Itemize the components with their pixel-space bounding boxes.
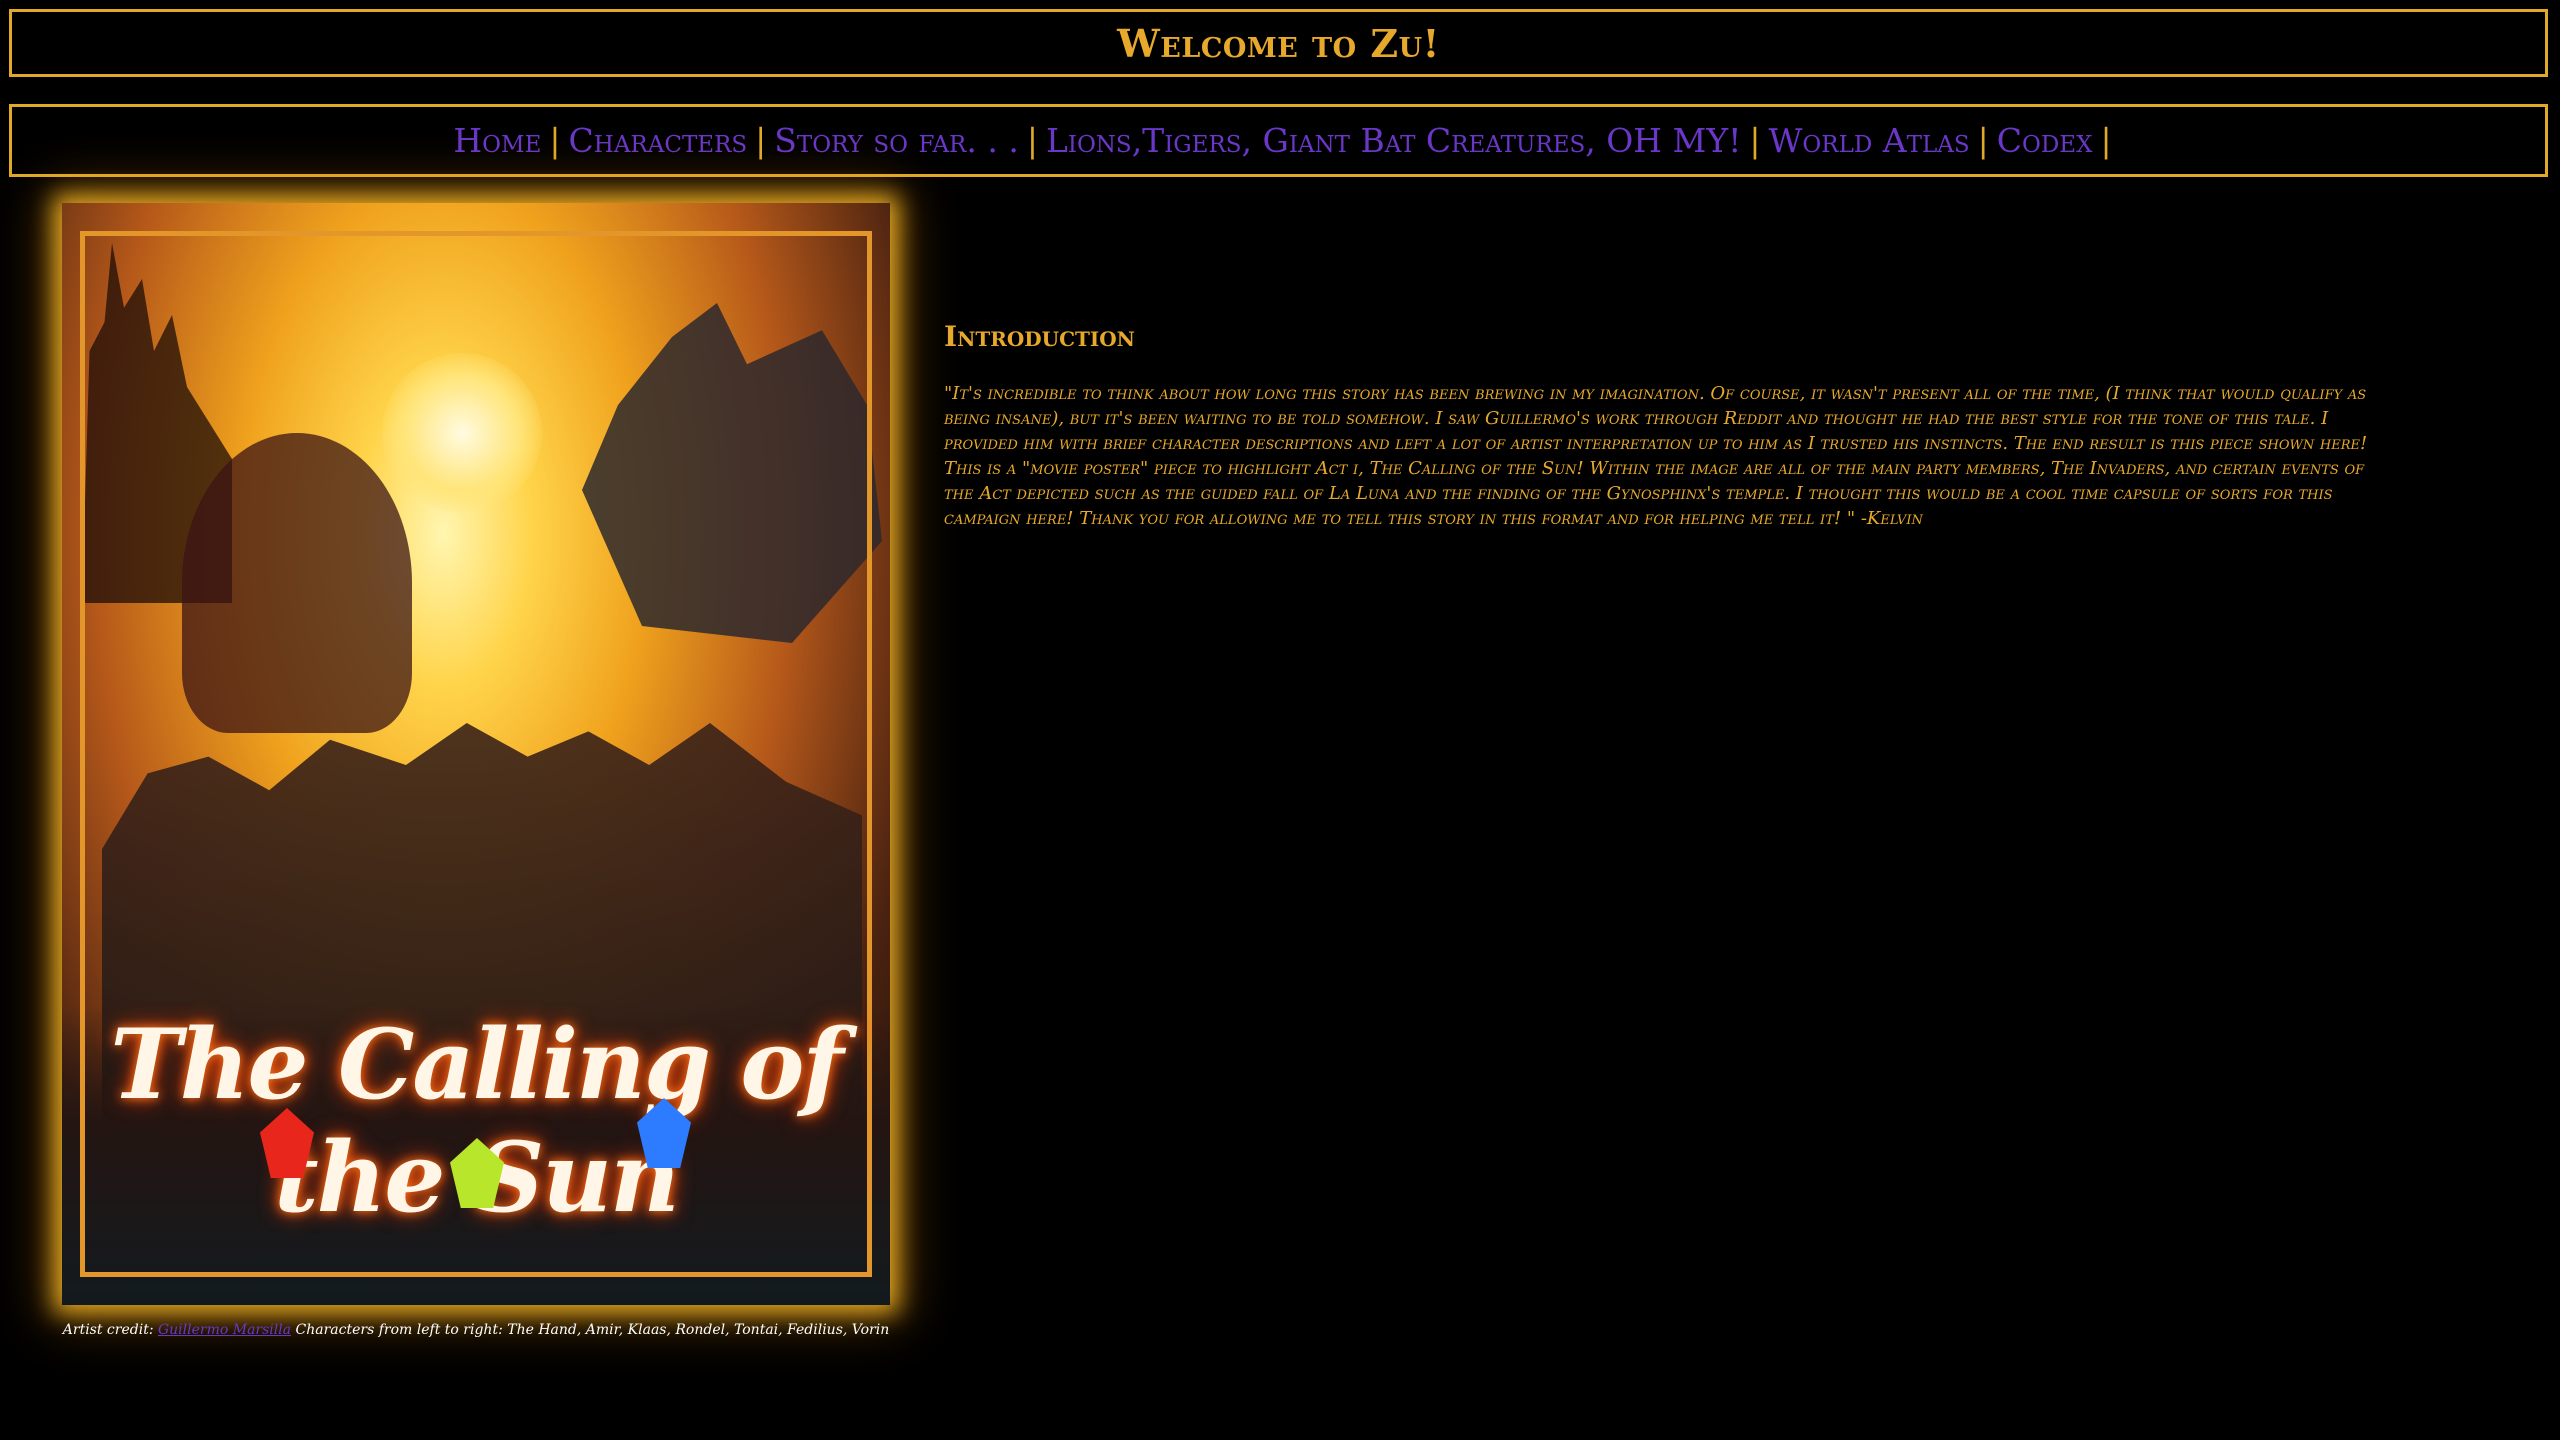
nav-link-characters[interactable]: Characters: [561, 121, 756, 160]
caption-prefix: Artist credit:: [62, 1322, 158, 1338]
nav-link-story[interactable]: Story so far. . .: [766, 121, 1027, 160]
main-nav: Home | Characters | Story so far. . . | …: [9, 104, 2548, 177]
nav-link-home[interactable]: Home: [445, 121, 549, 160]
site-title: Welcome to Zu!: [1117, 20, 1440, 66]
caption-characters: Characters from left to right: The Hand,…: [291, 1322, 890, 1338]
introduction-heading: Introduction: [944, 320, 1135, 353]
nav-link-codex[interactable]: Codex: [1989, 121, 2101, 160]
nav-link-world-atlas[interactable]: World Atlas: [1761, 121, 1978, 160]
nav-separator: |: [1026, 121, 1038, 160]
nav-separator: |: [755, 121, 767, 160]
poster-artwork: The Calling of the Sun: [62, 203, 890, 1305]
introduction-section: Introduction "It's incredible to think a…: [944, 320, 2384, 531]
movie-poster-image: The Calling of the Sun: [62, 203, 890, 1305]
artist-credit-link[interactable]: Guillermo Marsilla: [158, 1322, 291, 1338]
nav-separator: |: [549, 121, 561, 160]
nav-separator: |: [2100, 121, 2112, 160]
poster-caption: Artist credit: Guillermo Marsilla Charac…: [62, 1322, 890, 1338]
nav-separator: |: [1977, 121, 1989, 160]
site-banner: Welcome to Zu!: [9, 9, 2548, 77]
introduction-text: "It's incredible to think about how long…: [944, 383, 2368, 529]
nav-link-creatures[interactable]: Lions,Tigers, Giant Bat Creatures, OH MY…: [1038, 121, 1749, 160]
nav-separator: |: [1749, 121, 1761, 160]
